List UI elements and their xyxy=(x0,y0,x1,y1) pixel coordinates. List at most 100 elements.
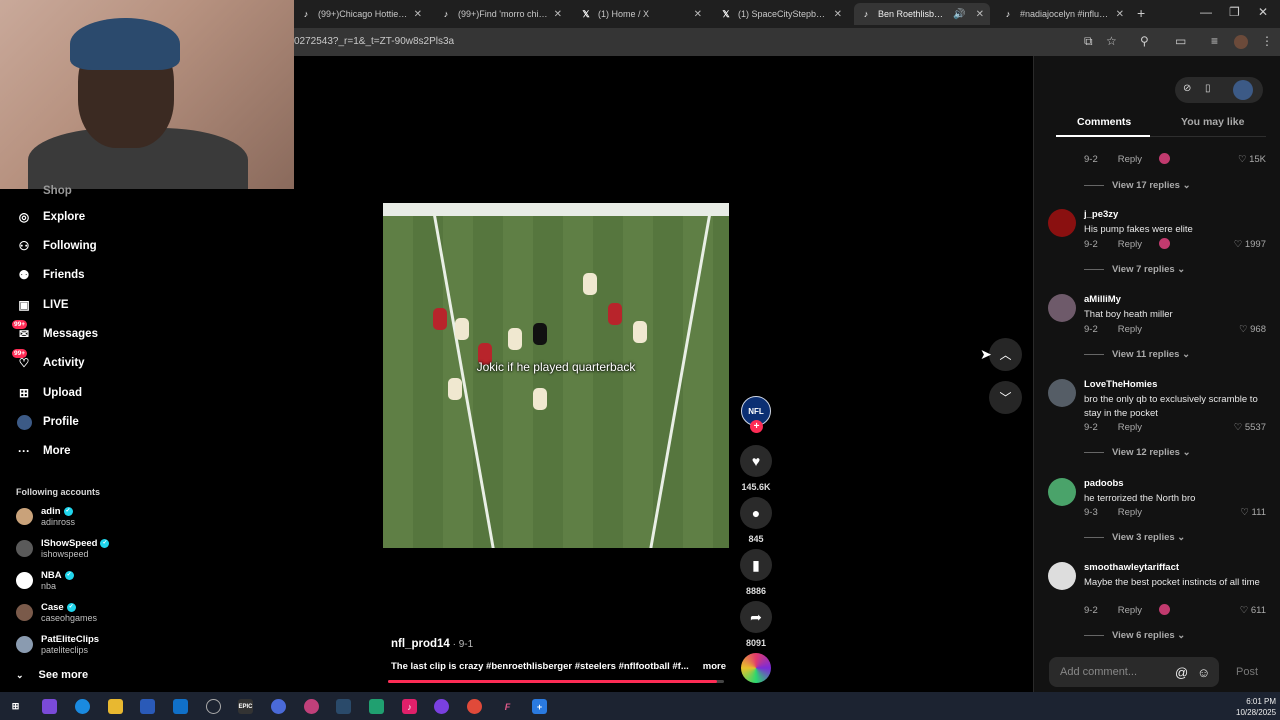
close-icon[interactable]: ✕ xyxy=(834,9,842,20)
close-icon[interactable]: ✕ xyxy=(554,9,562,20)
view-replies-button[interactable]: View 7 replies ⌄ xyxy=(1084,264,1185,275)
avatar[interactable] xyxy=(1048,562,1076,590)
menu-kebab-icon[interactable]: ⋮ xyxy=(1261,34,1273,48)
save-action[interactable]: ▮ 8886 xyxy=(740,549,772,596)
comment-like-button[interactable]: ♡ 1997 xyxy=(1234,239,1266,250)
reply-button[interactable]: Reply xyxy=(1118,507,1142,518)
edge-icon[interactable] xyxy=(75,699,90,714)
browser-tab[interactable]: ♪ (99+)Find 'morro chicago ✕ xyxy=(434,3,568,25)
app-icon[interactable] xyxy=(369,699,384,714)
app-icon[interactable] xyxy=(271,699,286,714)
share-action[interactable]: ➦ 8091 xyxy=(740,601,772,648)
close-icon[interactable]: ✕ xyxy=(694,9,702,20)
avatar[interactable] xyxy=(1048,294,1076,322)
copilot-icon[interactable] xyxy=(42,699,57,714)
browser-tab[interactable]: 𝕏 (1) Home / X ✕ xyxy=(574,3,708,25)
video-author[interactable]: nfl_prod14 · 9-1 xyxy=(391,638,473,650)
compass-icon[interactable]: ⊘ xyxy=(1183,83,1191,94)
browser-tab[interactable]: 𝕏 (1) SpaceCityStepback on ✕ xyxy=(714,3,848,25)
mention-icon[interactable]: @ xyxy=(1175,665,1188,680)
file-explorer-icon[interactable] xyxy=(108,699,123,714)
app-icon[interactable]: + xyxy=(532,699,547,714)
comment-username[interactable]: padoobs xyxy=(1084,478,1124,489)
following-account[interactable]: NBA ✓ nba xyxy=(16,570,74,591)
share-icon[interactable]: ➦ xyxy=(740,601,772,633)
window-close-icon[interactable]: ✕ xyxy=(1258,5,1268,19)
sidebar-item-shop[interactable]: Shop xyxy=(16,183,72,199)
sidebar-item-activity[interactable]: ♡ 99+ Activity xyxy=(12,349,85,371)
reply-button[interactable]: Reply xyxy=(1118,154,1142,165)
music-disc-icon[interactable] xyxy=(741,653,771,683)
media-controls-icon[interactable]: ≡ xyxy=(1211,34,1218,48)
minimize-icon[interactable]: — xyxy=(1200,5,1212,19)
video-progress-bar[interactable] xyxy=(388,680,724,683)
comment-username[interactable]: LoveTheHomies xyxy=(1084,379,1157,390)
view-replies-button[interactable]: View 3 replies ⌄ xyxy=(1084,532,1185,543)
comment-icon[interactable]: ● xyxy=(740,497,772,529)
sidebar-item-profile[interactable]: Profile xyxy=(16,414,79,430)
restore-icon[interactable]: ❐ xyxy=(1229,5,1240,19)
store-icon[interactable] xyxy=(140,699,155,714)
view-replies-button[interactable]: View 17 replies ⌄ xyxy=(1084,180,1191,191)
follow-plus-icon[interactable]: + xyxy=(750,420,763,433)
like-action[interactable]: ♥ 145.6K xyxy=(740,445,772,492)
reply-button[interactable]: Reply xyxy=(1118,605,1142,616)
install-app-icon[interactable]: ⧉ xyxy=(1084,34,1093,49)
bookmark-icon[interactable]: ▮ xyxy=(740,549,772,581)
epic-games-icon[interactable]: EPIC xyxy=(238,699,253,714)
see-more-button[interactable]: ⌄ See more xyxy=(16,669,88,681)
following-account[interactable]: PatEliteClips pateliteclips xyxy=(16,634,99,655)
comment-action[interactable]: ● 845 xyxy=(740,497,772,544)
following-account[interactable]: IShowSpeed ✓ ishowspeed xyxy=(16,538,110,559)
avatar[interactable] xyxy=(1048,379,1076,407)
app-icon[interactable]: F xyxy=(500,699,515,714)
bookmark-star-icon[interactable]: ☆ xyxy=(1106,34,1117,48)
avatar[interactable] xyxy=(1048,209,1076,237)
outlook-icon[interactable] xyxy=(173,699,188,714)
profile-avatar[interactable] xyxy=(1234,35,1248,49)
reply-button[interactable]: Reply xyxy=(1118,324,1142,335)
app-icon[interactable] xyxy=(304,699,319,714)
comment-like-button[interactable]: ♡ 5537 xyxy=(1234,422,1266,433)
cast-icon[interactable]: ▭ xyxy=(1175,34,1186,48)
comment-username[interactable]: j_pe3zy xyxy=(1084,209,1118,220)
comment-like-button[interactable]: ♡ 15K xyxy=(1238,154,1266,165)
post-button[interactable]: Post xyxy=(1236,666,1258,678)
browser-tab[interactable]: ♪ #nadiajocelyn #influencer ✕ xyxy=(996,3,1130,25)
chrome-icon[interactable] xyxy=(467,699,482,714)
reply-button[interactable]: Reply xyxy=(1118,422,1142,433)
browser-tab-active[interactable]: ♪ Ben Roethlisberger's L 🔊 ✕ xyxy=(854,3,990,25)
heart-icon[interactable]: ♥ xyxy=(740,445,772,477)
sidebar-item-live[interactable]: ▣ LIVE xyxy=(16,297,68,313)
sidebar-item-friends[interactable]: ⚉ Friends xyxy=(16,267,85,283)
comment-like-button[interactable]: ♡ 111 xyxy=(1240,507,1266,518)
previous-video-button[interactable]: ︿ xyxy=(989,338,1022,371)
close-icon[interactable]: ✕ xyxy=(1116,9,1124,20)
sidebar-item-following[interactable]: ⚇ Following xyxy=(16,238,97,254)
next-video-button[interactable]: ﹀ xyxy=(989,381,1022,414)
video-player[interactable]: Jokic if he played quarterback xyxy=(383,203,729,548)
close-icon[interactable]: ✕ xyxy=(414,9,422,20)
view-replies-button[interactable]: View 6 replies ⌄ xyxy=(1084,630,1185,641)
url-field[interactable]: 0272543?_r=1&_t=ZT-90w8s2Pls3a xyxy=(294,36,454,47)
avatar[interactable] xyxy=(1048,478,1076,506)
comment-like-button[interactable]: ♡ 611 xyxy=(1240,605,1266,616)
xbox-icon[interactable] xyxy=(206,699,221,714)
tab-comments[interactable]: Comments xyxy=(1077,116,1131,128)
avatar[interactable] xyxy=(1233,80,1253,100)
sidebar-item-explore[interactable]: ◎ Explore xyxy=(16,209,85,225)
new-tab-icon[interactable]: + xyxy=(1137,5,1145,21)
browser-tab[interactable]: ♪ (99+)Chicago Hottie's Me ✕ xyxy=(294,3,428,25)
tab-you-may-like[interactable]: You may like xyxy=(1181,116,1244,128)
windows-start-icon[interactable]: ⊞ xyxy=(8,699,23,714)
emoji-icon[interactable]: ☺ xyxy=(1197,665,1210,680)
tiktok-app-icon[interactable]: ♪ xyxy=(402,699,417,714)
comment-like-button[interactable]: ♡ 968 xyxy=(1239,324,1266,335)
device-icon[interactable]: ▯ xyxy=(1205,83,1211,94)
comment-username[interactable]: smoothawleytariffact xyxy=(1084,562,1179,573)
reply-button[interactable]: Reply xyxy=(1118,239,1142,250)
comment-username[interactable]: aMilliMy xyxy=(1084,294,1121,305)
steam-icon[interactable] xyxy=(336,699,351,714)
view-replies-button[interactable]: View 11 replies ⌄ xyxy=(1084,349,1190,360)
speaker-icon[interactable]: 🔊 xyxy=(953,9,965,20)
